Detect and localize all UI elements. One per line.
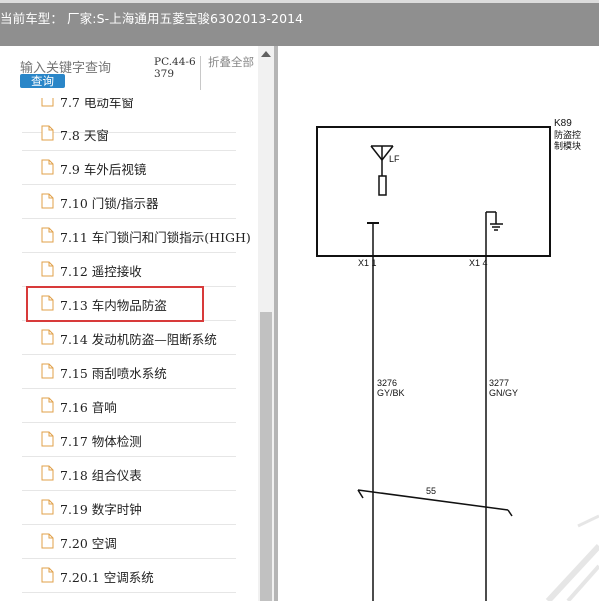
tree-item-label: 7.15 雨刮喷水系统: [60, 366, 167, 381]
tree-item[interactable]: 7.20 空调: [22, 524, 236, 559]
tree-item[interactable]: 7.17 物体检测: [22, 422, 236, 457]
sidebar: 查询 PC.44-6379 折叠全部 7.7 电动车窗 7.8 天窗 7.9 车…: [0, 46, 274, 601]
pc-number-label: PC.44-6379: [154, 56, 196, 80]
tree-item[interactable]: 7.10 门锁/指示器: [22, 184, 236, 219]
file-icon: [41, 193, 54, 209]
wire-left-color: GY/BK: [377, 388, 405, 398]
module-code: K89: [554, 118, 572, 129]
file-icon: [41, 397, 54, 413]
tree-item[interactable]: 7.11 车门锁闩和门锁指示(HIGH): [22, 218, 251, 253]
tree-item[interactable]: 7.19 数字时钟: [22, 490, 236, 525]
pin-right-label: X1 4: [469, 258, 488, 268]
wiring-diagram: K89 防盗控 制模块 LF X1 1 X1 4 3276 GY/BK 3277…: [316, 118, 599, 601]
file-icon: [41, 261, 54, 277]
scrollbar-thumb[interactable]: [260, 312, 272, 601]
pin-left-label: X1 1: [358, 258, 377, 268]
file-icon: [41, 159, 54, 175]
tree-item[interactable]: 7.18 组合仪表: [22, 456, 236, 491]
tree-item[interactable]: 7.14 发动机防盗—阻断系统: [22, 320, 236, 355]
splice-label: 55: [426, 486, 436, 496]
wire-right-color: GN/GY: [489, 388, 518, 398]
file-icon: [41, 98, 54, 107]
tree-item[interactable]: 7.9 车外后视镜: [22, 150, 236, 185]
vehicle-model-title: 当前车型： 厂家:S-上海通用五菱宝骏6302013-2014: [0, 11, 304, 26]
file-icon: [41, 329, 54, 345]
toolbar-divider: [200, 56, 201, 90]
ground-icon: [486, 211, 503, 231]
tree-item-label: 7.7 电动车窗: [60, 98, 134, 110]
collapse-all-button[interactable]: 折叠全部: [208, 56, 254, 68]
tree-item-label: 7.20.1 空调系统: [60, 570, 154, 585]
module-name-line2: 制模块: [554, 140, 581, 151]
tree-item[interactable]: 7.8 天窗: [22, 116, 236, 151]
tree-item-label: 7.18 组合仪表: [60, 468, 142, 483]
file-icon: [41, 431, 54, 447]
file-icon: [41, 227, 54, 243]
tree-item-label: 7.20 空调: [60, 536, 117, 551]
file-icon: [41, 465, 54, 481]
tree-item[interactable]: 7.16 音响: [22, 388, 236, 423]
tree-item[interactable]: 7.20.1 空调系统: [22, 558, 236, 593]
section-tree: 7.7 电动车窗 7.8 天窗 7.9 车外后视镜 7.10 门锁/指示器 7.…: [0, 98, 258, 601]
tree-item[interactable]: 7.15 雨刮喷水系统: [22, 354, 236, 389]
title-bar: 当前车型： 厂家:S-上海通用五菱宝骏6302013-2014: [0, 0, 599, 46]
tree-item-label: 7.11 车门锁闩和门锁指示(HIGH): [60, 230, 251, 245]
scroll-up-arrow-icon[interactable]: [261, 51, 271, 57]
file-icon: [41, 125, 54, 141]
watermark-graphic: [545, 514, 599, 601]
tree-item-label: 7.16 音响: [60, 400, 117, 415]
tree-item-label: 7.8 天窗: [60, 128, 109, 143]
tree-item-label: 7.9 车外后视镜: [60, 162, 147, 177]
file-icon: [41, 533, 54, 549]
selection-highlight-box: [26, 286, 204, 322]
module-box: [316, 126, 551, 257]
wire-right-number: 3277: [489, 378, 509, 388]
tree-item-label: 7.14 发动机防盗—阻断系统: [60, 332, 217, 347]
file-icon: [41, 363, 54, 379]
module-name-line1: 防盗控: [554, 129, 581, 140]
title-bar-accent: [0, 0, 599, 3]
wiring-diagram-pane: K89 防盗控 制模块 LF X1 1 X1 4 3276 GY/BK 3277…: [278, 46, 599, 601]
wire-left-number: 3276: [377, 378, 397, 388]
tree-item-label: 7.12 遥控接收: [60, 264, 142, 279]
sidebar-scrollbar[interactable]: [258, 46, 274, 601]
file-icon: [41, 567, 54, 583]
file-icon: [41, 499, 54, 515]
tree-item-label: 7.10 门锁/指示器: [60, 196, 159, 211]
antenna-label: LF: [389, 154, 400, 164]
tree-item-label: 7.17 物体检测: [60, 434, 142, 449]
search-button[interactable]: 查询: [20, 74, 65, 88]
tree-item-label: 7.19 数字时钟: [60, 502, 142, 517]
tree-item[interactable]: 7.12 遥控接收: [22, 252, 236, 287]
